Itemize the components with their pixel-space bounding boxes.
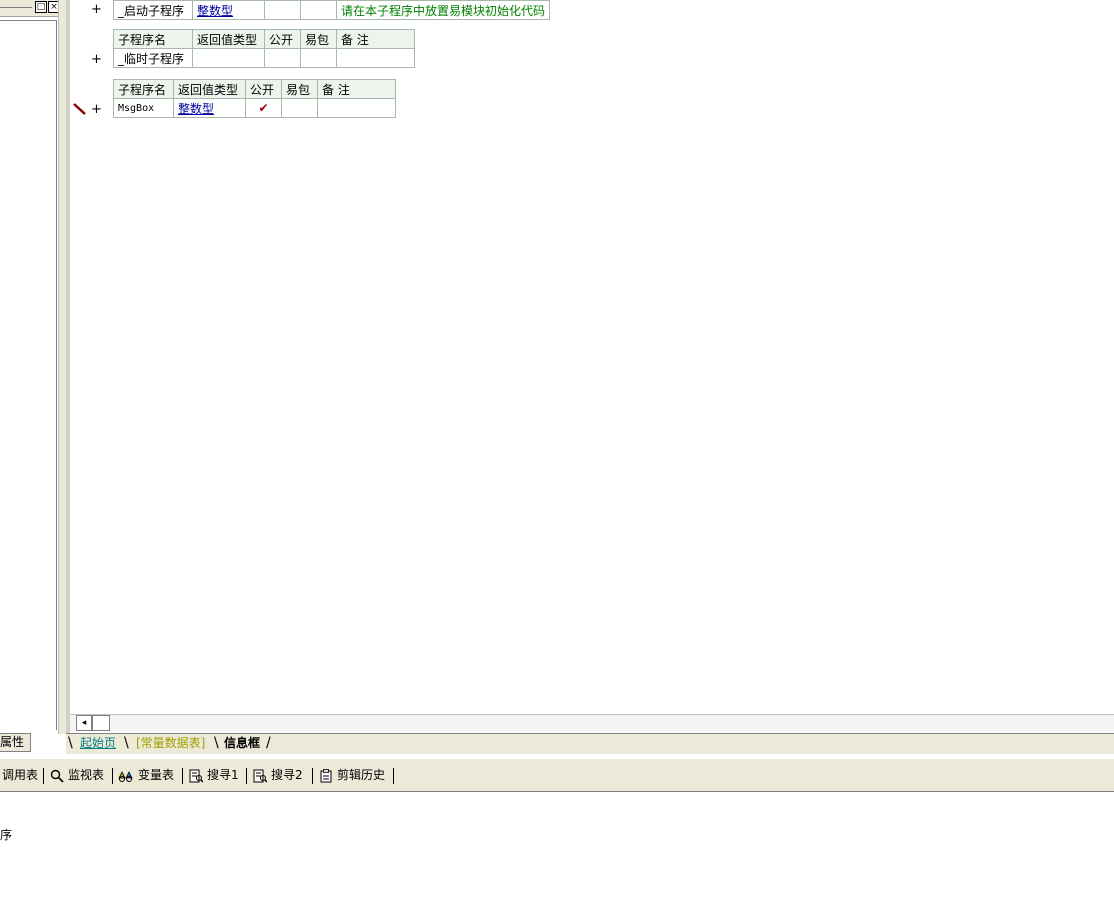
note-cell[interactable] <box>317 98 396 118</box>
tab-start-page[interactable]: 起始页 <box>74 735 122 752</box>
search-document-icon <box>253 769 267 783</box>
output-pane[interactable] <box>0 792 1114 914</box>
note-cell[interactable]: 请在本子程序中放置易模块初始化代码 <box>335 0 551 20</box>
variables-label: 变量表 <box>138 768 175 782</box>
table-row: MsgBox 整数型 ✔ <box>113 98 396 118</box>
restore-icon[interactable]: □ <box>35 1 47 13</box>
scroll-thumb[interactable] <box>92 715 110 731</box>
return-type[interactable]: 整数型 <box>192 0 265 20</box>
package-cell[interactable] <box>281 98 318 118</box>
expand-icon[interactable]: + <box>91 3 102 17</box>
document-tabs: \ 起始页 \ [常量数据表] \ 信息框 / <box>66 733 1114 754</box>
clip-history-label: 剪辑历史 <box>337 768 386 782</box>
search2-label: 搜寻2 <box>271 768 303 782</box>
package-cell[interactable] <box>300 0 337 20</box>
variables-button[interactable]: 变量表 <box>118 767 174 783</box>
bottom-toolbar: 调用表 监视表 变量表 搜寻1 搜寻2 剪辑历史 <box>0 758 1114 793</box>
table-row: _启动子程序 整数型 请在本子程序中放置易模块初始化代码 <box>113 0 551 20</box>
subroutine-table-msgbox: 子程序名 返回值类型 公开 易包 备 注 MsgBox 整数型 ✔ <box>113 79 396 118</box>
magnifier-icon <box>50 769 64 783</box>
horizontal-scrollbar[interactable]: ◂ <box>70 714 1114 731</box>
search1-label: 搜寻1 <box>207 768 239 782</box>
search2-button[interactable]: 搜寻2 <box>253 767 303 783</box>
tab-info-box[interactable]: 信息框 <box>218 735 266 752</box>
edit-pencil-icon <box>73 103 86 115</box>
subroutine-name[interactable]: _临时子程序 <box>113 48 193 68</box>
clip-history-button[interactable]: 剪辑历史 <box>319 767 385 783</box>
expand-icon[interactable]: + <box>91 103 102 117</box>
search1-button[interactable]: 搜寻1 <box>189 767 239 783</box>
scroll-left-icon[interactable]: ◂ <box>76 715 92 731</box>
public-check-icon[interactable]: ✔ <box>245 98 282 118</box>
project-tree[interactable] <box>0 20 57 730</box>
header-package: 易包 <box>300 29 337 49</box>
header-name: 子程序名 <box>113 79 174 99</box>
note-cell[interactable] <box>336 48 415 68</box>
public-cell[interactable] <box>264 48 301 68</box>
binoculars-icon <box>118 770 133 782</box>
header-package: 易包 <box>281 79 318 99</box>
header-public: 公开 <box>245 79 282 99</box>
header-note: 备 注 <box>317 79 396 99</box>
subroutine-name[interactable]: _启动子程序 <box>113 0 193 20</box>
header-return-type: 返回值类型 <box>173 79 246 99</box>
call-table-button[interactable]: 调用表 <box>2 767 38 783</box>
header-note: 备 注 <box>336 29 415 49</box>
return-type[interactable] <box>192 48 265 68</box>
left-panel-titlebar: □ × <box>0 0 62 17</box>
subroutine-name[interactable]: MsgBox <box>113 98 174 118</box>
search-document-icon <box>189 769 203 783</box>
watch-label: 监视表 <box>68 768 105 782</box>
subroutine-table-temp: 子程序名 返回值类型 公开 易包 备 注 _临时子程序 <box>113 29 415 68</box>
package-cell[interactable] <box>300 48 337 68</box>
header-public: 公开 <box>264 29 301 49</box>
output-text: 序 <box>0 828 13 842</box>
properties-tab[interactable]: 属性 <box>0 733 31 752</box>
call-table-label: 调用表 <box>2 768 39 782</box>
return-type[interactable]: 整数型 <box>173 98 246 118</box>
public-cell[interactable] <box>264 0 301 20</box>
header-return-type: 返回值类型 <box>192 29 265 49</box>
watch-button[interactable]: 监视表 <box>50 767 104 783</box>
table-header: 子程序名 返回值类型 公开 易包 备 注 <box>113 79 396 99</box>
table-header: 子程序名 返回值类型 公开 易包 备 注 <box>113 29 415 49</box>
table-row: _临时子程序 <box>113 48 415 68</box>
subroutine-table-start: _启动子程序 整数型 请在本子程序中放置易模块初始化代码 <box>113 0 551 20</box>
clipboard-icon <box>320 768 332 782</box>
header-name: 子程序名 <box>113 29 193 49</box>
tab-constants[interactable]: [常量数据表] <box>130 735 211 752</box>
expand-icon[interactable]: + <box>91 53 102 67</box>
